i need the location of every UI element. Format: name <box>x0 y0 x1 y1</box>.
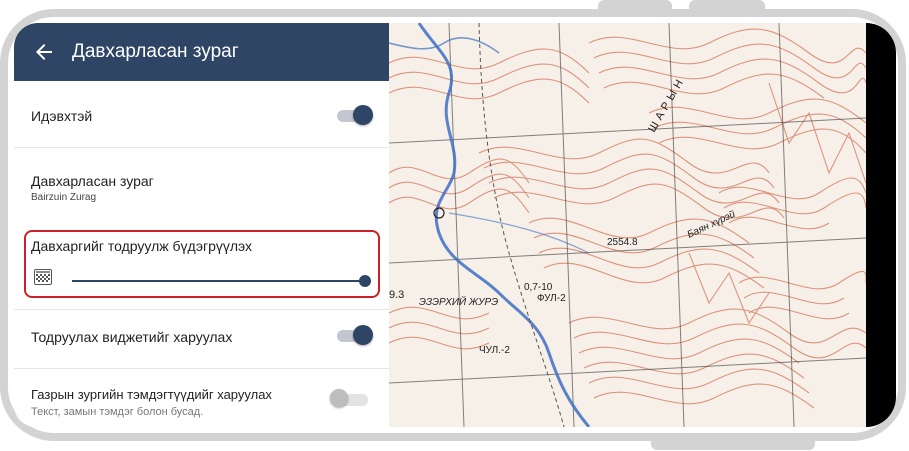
toggle-thumb <box>353 105 373 125</box>
enabled-label: Идэвхтэй <box>31 108 93 124</box>
settings-panel: Давхарласан зураг Идэвхтэй Давхарласан з… <box>14 23 389 427</box>
map-view[interactable]: 2554.8 Баян хүрэй ШАРЫН ЭЗЭРХИЙ ЖУРЭ 0,7… <box>388 23 866 427</box>
topographic-map[interactable]: 2554.8 Баян хүрэй ШАРЫН ЭЗЭРХИЙ ЖУРЭ 0,7… <box>388 23 866 427</box>
map-label: ФУЛ-2 <box>537 293 566 304</box>
volume-button <box>598 0 672 14</box>
arrow-left-icon[interactable] <box>32 40 56 64</box>
show-widget-row[interactable]: Тодруулах виджетийг харуулах <box>14 310 389 368</box>
show-map-symbols-label: Газрын зургийн тэмдэгтүүдийг харуулах <box>31 387 272 402</box>
show-map-symbols-toggle[interactable] <box>330 389 368 411</box>
map-label: ЭЗЭРХИЙ ЖУРЭ <box>419 295 498 308</box>
overlay-map-value: Bairzuin Zurag <box>31 192 97 203</box>
app-bar: Давхарласан зураг <box>14 23 389 81</box>
screen: Давхарласан зураг Идэвхтэй Давхарласан з… <box>14 23 866 427</box>
toggle-thumb <box>330 389 348 407</box>
map-label: 9.3 <box>389 289 404 301</box>
map-label: 0,7-10 <box>524 282 553 293</box>
overlay-map-row[interactable]: Давхарласан зураг Bairzuin Zurag <box>14 148 389 220</box>
transparency-label: Давхаргийг тодруулж бүдэгрүүлэх <box>31 238 253 254</box>
show-map-symbols-description: Текст, замын тэмдэг болон бусад. <box>31 406 204 418</box>
enabled-toggle[interactable] <box>337 105 373 127</box>
transparency-checker-icon <box>34 269 52 285</box>
show-widget-toggle[interactable] <box>337 325 373 347</box>
toggle-thumb <box>353 325 373 345</box>
show-widget-label: Тодруулах виджетийг харуулах <box>31 329 233 345</box>
transparency-slider-thumb[interactable] <box>359 275 371 287</box>
map-label: 2554.8 <box>607 237 638 248</box>
power-button <box>689 0 765 14</box>
page-title: Давхарласан зураг <box>72 41 239 62</box>
show-map-symbols-row[interactable]: Газрын зургийн тэмдэгтүүдийг харуулах Те… <box>14 369 389 427</box>
enabled-row[interactable]: Идэвхтэй <box>14 81 389 147</box>
side-button <box>651 438 815 450</box>
map-label: ЧУЛ.-2 <box>479 345 510 356</box>
transparency-slider-track[interactable] <box>72 280 366 282</box>
screen-bezel <box>866 23 896 427</box>
overlay-map-label: Давхарласан зураг <box>31 173 154 189</box>
